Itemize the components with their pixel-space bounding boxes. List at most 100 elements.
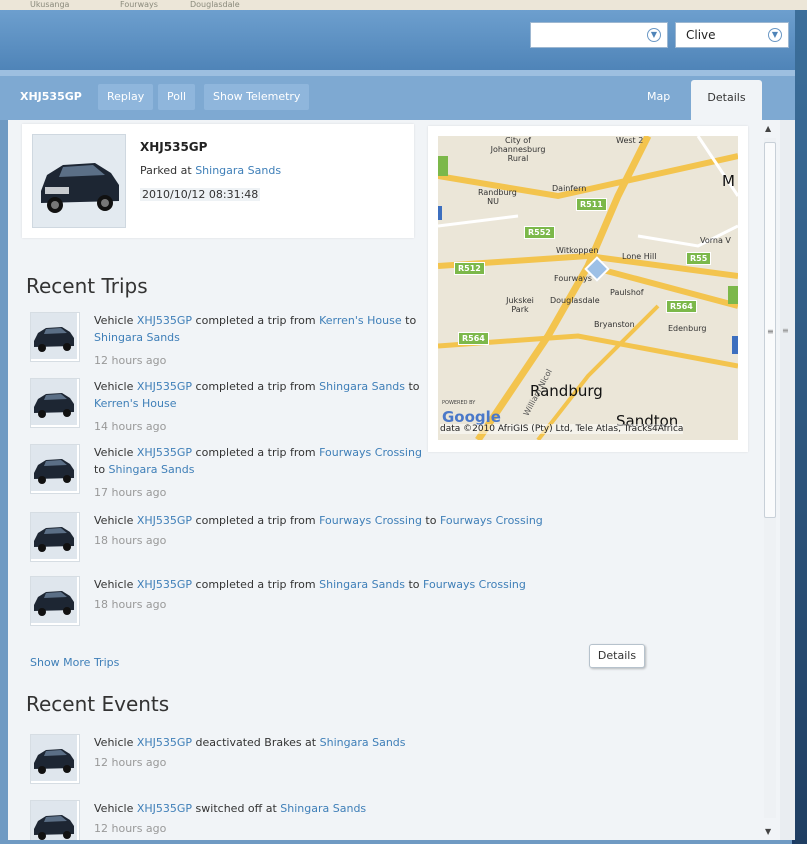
show-telemetry-button[interactable]: Show Telemetry bbox=[204, 84, 310, 110]
route-shield: R564 bbox=[666, 300, 697, 313]
location-link[interactable]: Shingara Sands bbox=[195, 164, 281, 177]
vehicle-id: XHJ535GP bbox=[140, 140, 208, 154]
map-label: West 2 bbox=[616, 136, 644, 145]
trip-prefix: Vehicle bbox=[94, 380, 137, 393]
vehicle-link[interactable]: XHJ535GP bbox=[137, 380, 192, 393]
trip-to-word: to bbox=[405, 578, 424, 591]
trip-middle: completed a trip from bbox=[192, 578, 320, 591]
location-map[interactable]: City of Johannesburg Rural West 2 Randbu… bbox=[438, 136, 738, 440]
map-label: Lone Hill bbox=[622, 252, 657, 261]
trip-prefix: Vehicle bbox=[94, 514, 137, 527]
trip-to-word: to bbox=[94, 463, 109, 476]
vehicle-thumbnail bbox=[30, 312, 80, 362]
recent-trips-heading: Recent Trips bbox=[26, 274, 148, 298]
vehicle-link[interactable]: XHJ535GP bbox=[137, 314, 192, 327]
map-label: City of Johannesburg Rural bbox=[490, 136, 546, 163]
show-more-trips-link[interactable]: Show More Trips bbox=[30, 656, 119, 669]
trip-origin-link[interactable]: Fourways Crossing bbox=[319, 514, 422, 527]
background-map-label: Fourways bbox=[120, 0, 158, 9]
grip-icon[interactable]: ≡ bbox=[782, 326, 789, 335]
tab-map[interactable]: Map bbox=[638, 84, 679, 110]
vehicle-thumbnail bbox=[30, 512, 80, 562]
trip-description: Vehicle XHJ535GP completed a trip from K… bbox=[94, 312, 424, 346]
map-attribution: data ©2010 AfriGIS (Pty) Ltd, Tele Atlas… bbox=[440, 424, 684, 434]
filter-select[interactable]: ▼ bbox=[530, 22, 668, 48]
tab-details[interactable]: Details bbox=[691, 80, 762, 120]
vehicle-link[interactable]: XHJ535GP bbox=[137, 514, 192, 527]
vehicle-link[interactable]: XHJ535GP bbox=[137, 578, 192, 591]
trip-time: 18 hours ago bbox=[94, 598, 167, 611]
trip-time: 18 hours ago bbox=[94, 534, 167, 547]
trip-destination-link[interactable]: Fourways Crossing bbox=[423, 578, 526, 591]
trip-to-word: to bbox=[421, 514, 440, 527]
vehicle-thumbnail bbox=[30, 800, 80, 840]
status-prefix: Parked at bbox=[140, 164, 196, 177]
background-right-edge bbox=[795, 10, 807, 844]
route-shield: R512 bbox=[454, 262, 485, 275]
route-shield: R564 bbox=[458, 332, 489, 345]
event-action: deactivated Brakes at bbox=[192, 736, 320, 749]
poll-button[interactable]: Poll bbox=[158, 84, 196, 110]
trip-prefix: Vehicle bbox=[94, 314, 137, 327]
vehicle-timestamp: 2010/10/12 08:31:48 bbox=[140, 188, 261, 201]
vertical-scrollbar[interactable]: ▲ ≡ ▼ bbox=[760, 120, 780, 840]
vehicle-thumbnail bbox=[30, 378, 80, 428]
trip-to-word: to bbox=[401, 314, 417, 327]
map-powered-by: POWERED BY bbox=[442, 400, 476, 406]
vehicle-link[interactable]: XHJ535GP bbox=[137, 446, 192, 459]
trip-middle: completed a trip from bbox=[192, 380, 320, 393]
background-map-label: Ukusanga bbox=[30, 0, 70, 9]
map-label: Paulshof bbox=[610, 288, 644, 297]
vehicle-summary-card: XHJ535GP Parked at Shingara Sands 2010/1… bbox=[22, 124, 414, 238]
trip-time: 12 hours ago bbox=[94, 354, 167, 367]
map-label: Douglasdale bbox=[550, 296, 600, 305]
map-label: Jukskei Park bbox=[506, 296, 534, 314]
vehicle-thumbnail bbox=[30, 444, 80, 494]
map-label: Randburg NU bbox=[478, 188, 517, 206]
trip-origin-link[interactable]: Shingara Sands bbox=[319, 578, 405, 591]
trip-description: Vehicle XHJ535GP completed a trip from F… bbox=[94, 512, 614, 529]
map-label: Edenburg bbox=[668, 324, 707, 333]
event-prefix: Vehicle bbox=[94, 802, 137, 815]
trip-destination-link[interactable]: Shingara Sands bbox=[94, 331, 180, 344]
scroll-thumb[interactable]: ≡ bbox=[764, 142, 776, 518]
scroll-up-arrow-icon[interactable]: ▲ bbox=[765, 124, 771, 133]
side-panel-edge: ≡ bbox=[780, 120, 795, 840]
event-place-link[interactable]: Shingara Sands bbox=[320, 736, 406, 749]
map-label: Bryanston bbox=[594, 320, 635, 329]
vehicle-link[interactable]: XHJ535GP bbox=[137, 802, 192, 815]
chevron-down-icon: ▼ bbox=[647, 28, 661, 42]
route-shield: R55 bbox=[686, 252, 712, 265]
event-description: Vehicle XHJ535GP switched off at Shingar… bbox=[94, 800, 424, 817]
map-card: City of Johannesburg Rural West 2 Randbu… bbox=[428, 126, 748, 452]
replay-button[interactable]: Replay bbox=[98, 84, 154, 110]
scroll-down-arrow-icon[interactable]: ▼ bbox=[765, 827, 771, 836]
route-shield: R511 bbox=[576, 198, 607, 211]
user-select-value: Clive bbox=[686, 28, 716, 42]
chevron-down-icon: ▼ bbox=[768, 28, 782, 42]
trip-prefix: Vehicle bbox=[94, 446, 137, 459]
vehicle-photo bbox=[32, 134, 126, 228]
vehicle-status: Parked at Shingara Sands bbox=[140, 164, 281, 177]
trip-destination-link[interactable]: Shingara Sands bbox=[109, 463, 195, 476]
trip-prefix: Vehicle bbox=[94, 578, 137, 591]
trip-origin-link[interactable]: Kerren's House bbox=[319, 314, 402, 327]
event-place-link[interactable]: Shingara Sands bbox=[280, 802, 366, 815]
trip-description: Vehicle XHJ535GP completed a trip from S… bbox=[94, 576, 614, 593]
details-panel: XHJ535GP Parked at Shingara Sands 2010/1… bbox=[8, 120, 760, 840]
route-shield: R552 bbox=[524, 226, 555, 239]
event-description: Vehicle XHJ535GP deactivated Brakes at S… bbox=[94, 734, 424, 751]
trip-origin-link[interactable]: Shingara Sands bbox=[319, 380, 405, 393]
user-select[interactable]: Clive ▼ bbox=[675, 22, 789, 48]
event-action: switched off at bbox=[192, 802, 281, 815]
recent-events-heading: Recent Events bbox=[26, 692, 170, 716]
details-button[interactable]: Details bbox=[589, 644, 645, 668]
trip-destination-link[interactable]: Fourways Crossing bbox=[440, 514, 543, 527]
trip-to-word: to bbox=[405, 380, 420, 393]
map-label: Dainfern bbox=[552, 184, 587, 193]
trip-origin-link[interactable]: Fourways Crossing bbox=[319, 446, 422, 459]
event-time: 12 hours ago bbox=[94, 822, 167, 835]
trip-destination-link[interactable]: Kerren's House bbox=[94, 397, 177, 410]
vehicle-link[interactable]: XHJ535GP bbox=[137, 736, 192, 749]
top-bar: ▼ Clive ▼ bbox=[0, 10, 795, 70]
